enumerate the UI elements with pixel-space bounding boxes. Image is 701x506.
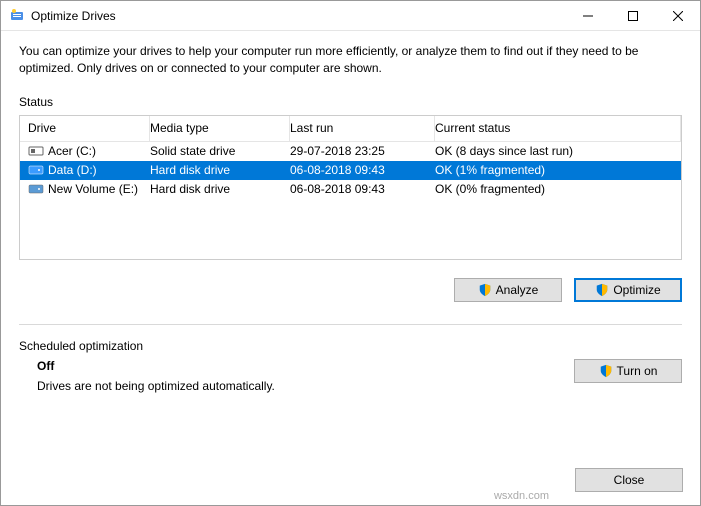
drives-list[interactable]: Drive Media type Last run Current status… <box>19 115 682 260</box>
drive-media: Hard disk drive <box>150 163 290 177</box>
column-media[interactable]: Media type <box>150 116 290 141</box>
drive-last-run: 06-08-2018 09:43 <box>290 182 435 196</box>
shield-icon <box>599 364 613 378</box>
analyze-button[interactable]: Analyze <box>454 278 562 302</box>
intro-text: You can optimize your drives to help you… <box>19 43 682 77</box>
drive-row[interactable]: Data (D:) Hard disk drive 06-08-2018 09:… <box>20 161 681 180</box>
drives-header: Drive Media type Last run Current status <box>20 116 681 142</box>
status-label: Status <box>19 95 682 109</box>
drive-name: New Volume (E:) <box>48 182 138 196</box>
drive-last-run: 29-07-2018 23:25 <box>290 144 435 158</box>
drive-icon <box>28 183 44 195</box>
watermark: wsxdn.com <box>494 490 549 502</box>
content-area: You can optimize your drives to help you… <box>1 31 700 405</box>
drive-media: Solid state drive <box>150 144 290 158</box>
drive-last-run: 06-08-2018 09:43 <box>290 163 435 177</box>
drive-name: Acer (C:) <box>48 144 96 158</box>
column-current-status[interactable]: Current status <box>435 116 681 141</box>
maximize-button[interactable] <box>610 1 655 30</box>
drive-status: OK (1% fragmented) <box>435 163 681 177</box>
drive-row[interactable]: New Volume (E:) Hard disk drive 06-08-20… <box>20 180 681 199</box>
action-button-row: Analyze Optimize <box>19 278 682 302</box>
scheduled-section: Off Drives are not being optimized autom… <box>19 359 682 393</box>
column-drive[interactable]: Drive <box>20 116 150 141</box>
close-label: Close <box>614 473 645 487</box>
close-button[interactable]: Close <box>575 468 683 492</box>
turn-on-label: Turn on <box>617 364 658 378</box>
scheduled-label: Scheduled optimization <box>19 339 682 353</box>
optimize-button[interactable]: Optimize <box>574 278 682 302</box>
app-icon <box>9 8 25 24</box>
drive-row[interactable]: Acer (C:) Solid state drive 29-07-2018 2… <box>20 142 681 161</box>
shield-icon <box>595 283 609 297</box>
optimize-label: Optimize <box>613 283 660 297</box>
analyze-label: Analyze <box>496 283 539 297</box>
scheduled-state: Off <box>37 359 544 373</box>
drive-icon <box>28 145 44 157</box>
drive-icon <box>28 164 44 176</box>
drive-status: OK (8 days since last run) <box>435 144 681 158</box>
close-window-button[interactable] <box>655 1 700 30</box>
column-last-run[interactable]: Last run <box>290 116 435 141</box>
drive-name: Data (D:) <box>48 163 97 177</box>
turn-on-button[interactable]: Turn on <box>574 359 682 383</box>
shield-icon <box>478 283 492 297</box>
titlebar: Optimize Drives <box>1 1 700 31</box>
divider <box>19 324 682 325</box>
minimize-button[interactable] <box>565 1 610 30</box>
scheduled-desc: Drives are not being optimized automatic… <box>37 379 544 393</box>
drive-media: Hard disk drive <box>150 182 290 196</box>
drive-status: OK (0% fragmented) <box>435 182 681 196</box>
window-title: Optimize Drives <box>31 9 565 23</box>
